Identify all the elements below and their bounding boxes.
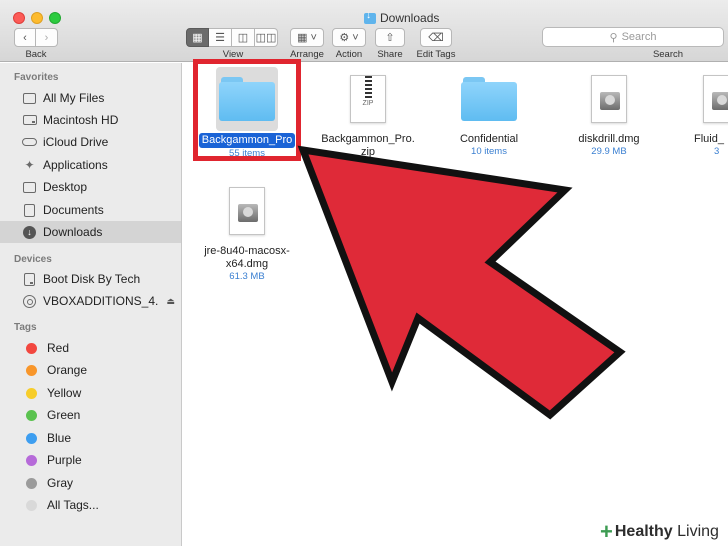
annotation-arrow	[297, 145, 626, 420]
plus-logo-icon: +	[600, 519, 613, 544]
healthy-living-watermark: + Healthy Living	[596, 518, 728, 546]
